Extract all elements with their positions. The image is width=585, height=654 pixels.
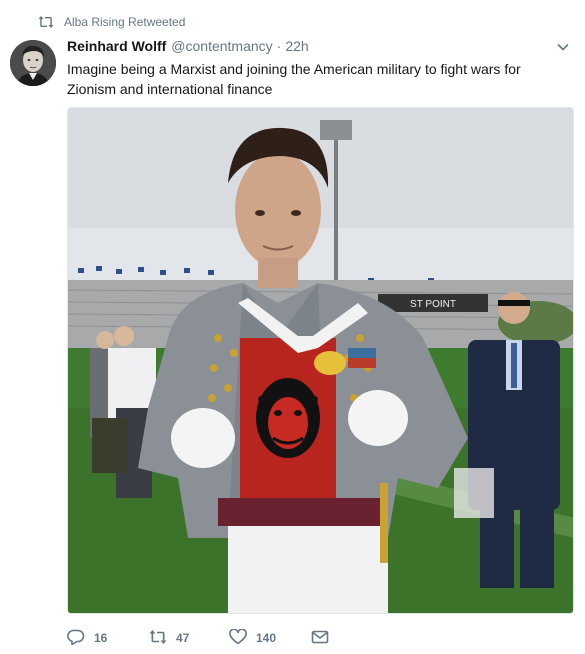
tweet-text: Imagine being a Marxist and joining the … xyxy=(67,61,521,97)
like-button[interactable]: 140 xyxy=(229,627,311,648)
heart-icon xyxy=(229,627,247,648)
retweet-icon xyxy=(38,15,54,29)
like-count: 140 xyxy=(256,631,277,645)
direct-message-button[interactable] xyxy=(311,629,329,648)
retweet-button[interactable]: 47 xyxy=(149,629,229,648)
reply-icon xyxy=(67,629,85,648)
author-handle[interactable]: @contentmancy xyxy=(171,38,272,54)
retweet-count: 47 xyxy=(176,631,190,645)
avatar[interactable] xyxy=(10,40,56,86)
stadium-sign: ST POINT xyxy=(410,299,456,310)
tweet-header: Reinhard Wolff @contentmancy · 22h xyxy=(67,38,309,58)
separator-dot: · xyxy=(276,38,282,54)
tweet-photo[interactable]: ST POINT xyxy=(67,107,574,614)
reply-button[interactable]: 16 xyxy=(67,629,149,648)
retweet-icon xyxy=(149,629,167,648)
tweet-actions: 16 47 140 xyxy=(67,627,329,648)
tweet-timestamp[interactable]: 22h xyxy=(285,38,308,54)
author-name[interactable]: Reinhard Wolff xyxy=(67,38,166,54)
envelope-icon xyxy=(311,629,329,648)
reply-count: 16 xyxy=(94,631,108,645)
chevron-down-icon[interactable] xyxy=(554,40,572,54)
retweet-context: Alba Rising Retweeted xyxy=(38,14,185,30)
retweeter-link[interactable]: Alba Rising Retweeted xyxy=(64,15,185,29)
